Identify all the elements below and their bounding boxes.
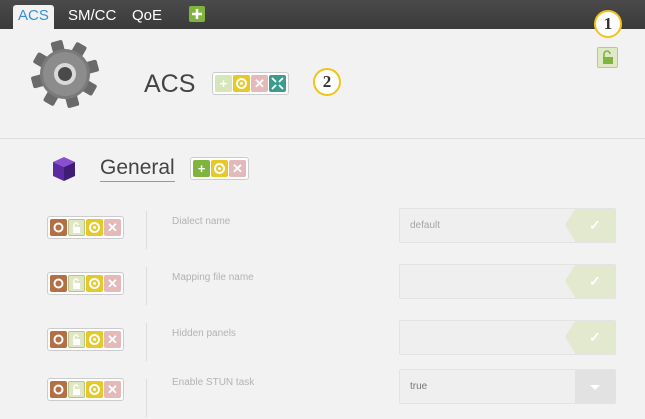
configure-button[interactable] (86, 331, 103, 348)
field-label: Hidden panels (172, 328, 236, 339)
delete-icon: ✕ (107, 332, 118, 347)
unlock-button[interactable] (68, 331, 85, 348)
circle-icon (53, 222, 64, 233)
page-title: ACS (144, 70, 196, 98)
field-row-dialect-name: ✕ Dialect name default ✓ (0, 208, 645, 256)
header-actions: + ✕ (212, 72, 289, 95)
configure-button[interactable] (86, 275, 103, 292)
reset-button[interactable] (50, 381, 67, 398)
chevron-down-icon (590, 385, 600, 390)
reset-button[interactable] (50, 331, 67, 348)
unlock-button[interactable] (68, 275, 85, 292)
configure-icon (236, 78, 247, 89)
check-icon: ✓ (589, 217, 601, 233)
section-delete-button[interactable]: ✕ (229, 160, 246, 177)
plus-icon (192, 9, 202, 19)
delete-icon: ✕ (107, 276, 118, 291)
delete-button[interactable]: ✕ (104, 331, 121, 348)
configure-button[interactable] (86, 219, 103, 236)
reset-button[interactable] (50, 275, 67, 292)
field-label: Enable STUN task (172, 377, 255, 388)
mapping-file-name-input[interactable]: ✓ (399, 264, 616, 299)
add-icon: + (197, 161, 206, 176)
check-icon: ✓ (589, 273, 601, 289)
field-label: Dialect name (172, 216, 231, 227)
unlock-icon (73, 222, 80, 233)
section-actions: + ✕ (190, 157, 249, 180)
delete-icon: ✕ (254, 76, 265, 91)
configure-icon (214, 163, 225, 174)
dropdown-button[interactable] (575, 370, 615, 403)
callout-1: 1 (594, 10, 622, 38)
tab-acs[interactable]: ACS (13, 5, 54, 29)
unlock-icon (73, 334, 80, 345)
tab-qoe[interactable]: QoE (132, 5, 162, 29)
add-tab-button[interactable] (189, 6, 205, 22)
configure-button[interactable] (86, 381, 103, 398)
add-icon: + (219, 76, 228, 91)
field-actions: ✕ (47, 378, 124, 401)
add-button[interactable]: + (215, 75, 232, 92)
top-nav-bar: ACS SM/CC QoE (0, 0, 645, 29)
unlock-icon (73, 278, 80, 289)
unlock-button[interactable] (597, 47, 618, 68)
cube-icon (53, 157, 75, 181)
circle-icon (53, 334, 64, 345)
section-title: General (100, 156, 175, 182)
divider (146, 267, 147, 305)
field-row-hidden-panels: ✕ Hidden panels ✓ (0, 320, 645, 368)
check-icon: ✓ (589, 329, 601, 345)
field-value: true (410, 381, 428, 392)
unlock-button[interactable] (68, 381, 85, 398)
confirm-button[interactable]: ✓ (565, 265, 615, 298)
divider (146, 379, 147, 417)
unlock-icon (603, 50, 613, 64)
collapse-icon (271, 77, 284, 90)
field-row-enable-stun-task: ✕ Enable STUN task true (0, 369, 645, 419)
tab-smcc[interactable]: SM/CC (68, 5, 116, 29)
enable-stun-task-select[interactable]: true (399, 369, 616, 404)
divider (146, 211, 147, 249)
gear-icon (31, 40, 99, 108)
hidden-panels-input[interactable]: ✓ (399, 320, 616, 355)
section-configure-button[interactable] (211, 160, 228, 177)
delete-icon: ✕ (107, 382, 118, 397)
dialect-name-input[interactable]: default ✓ (399, 208, 616, 243)
circle-icon (53, 278, 64, 289)
divider (0, 138, 645, 139)
unlock-icon (73, 384, 80, 395)
delete-button[interactable]: ✕ (104, 219, 121, 236)
delete-icon: ✕ (232, 161, 243, 176)
configure-button[interactable] (233, 75, 250, 92)
configure-icon (89, 384, 100, 395)
field-row-mapping-file-name: ✕ Mapping file name ✓ (0, 264, 645, 312)
confirm-button[interactable]: ✓ (565, 209, 615, 242)
field-actions: ✕ (47, 272, 124, 295)
collapse-button[interactable] (269, 75, 286, 92)
divider (146, 323, 147, 361)
configure-icon (89, 334, 100, 345)
delete-button[interactable]: ✕ (104, 275, 121, 292)
field-value: default (410, 220, 441, 231)
circle-icon (53, 384, 64, 395)
field-label: Mapping file name (172, 272, 254, 283)
delete-button[interactable]: ✕ (251, 75, 268, 92)
unlock-button[interactable] (68, 219, 85, 236)
delete-button[interactable]: ✕ (104, 381, 121, 398)
reset-button[interactable] (50, 219, 67, 236)
delete-icon: ✕ (107, 220, 118, 235)
section-add-button[interactable]: + (193, 160, 210, 177)
configure-icon (89, 278, 100, 289)
field-actions: ✕ (47, 216, 124, 239)
field-actions: ✕ (47, 328, 124, 351)
confirm-button[interactable]: ✓ (565, 321, 615, 354)
configure-icon (89, 222, 100, 233)
callout-2: 2 (313, 68, 341, 96)
